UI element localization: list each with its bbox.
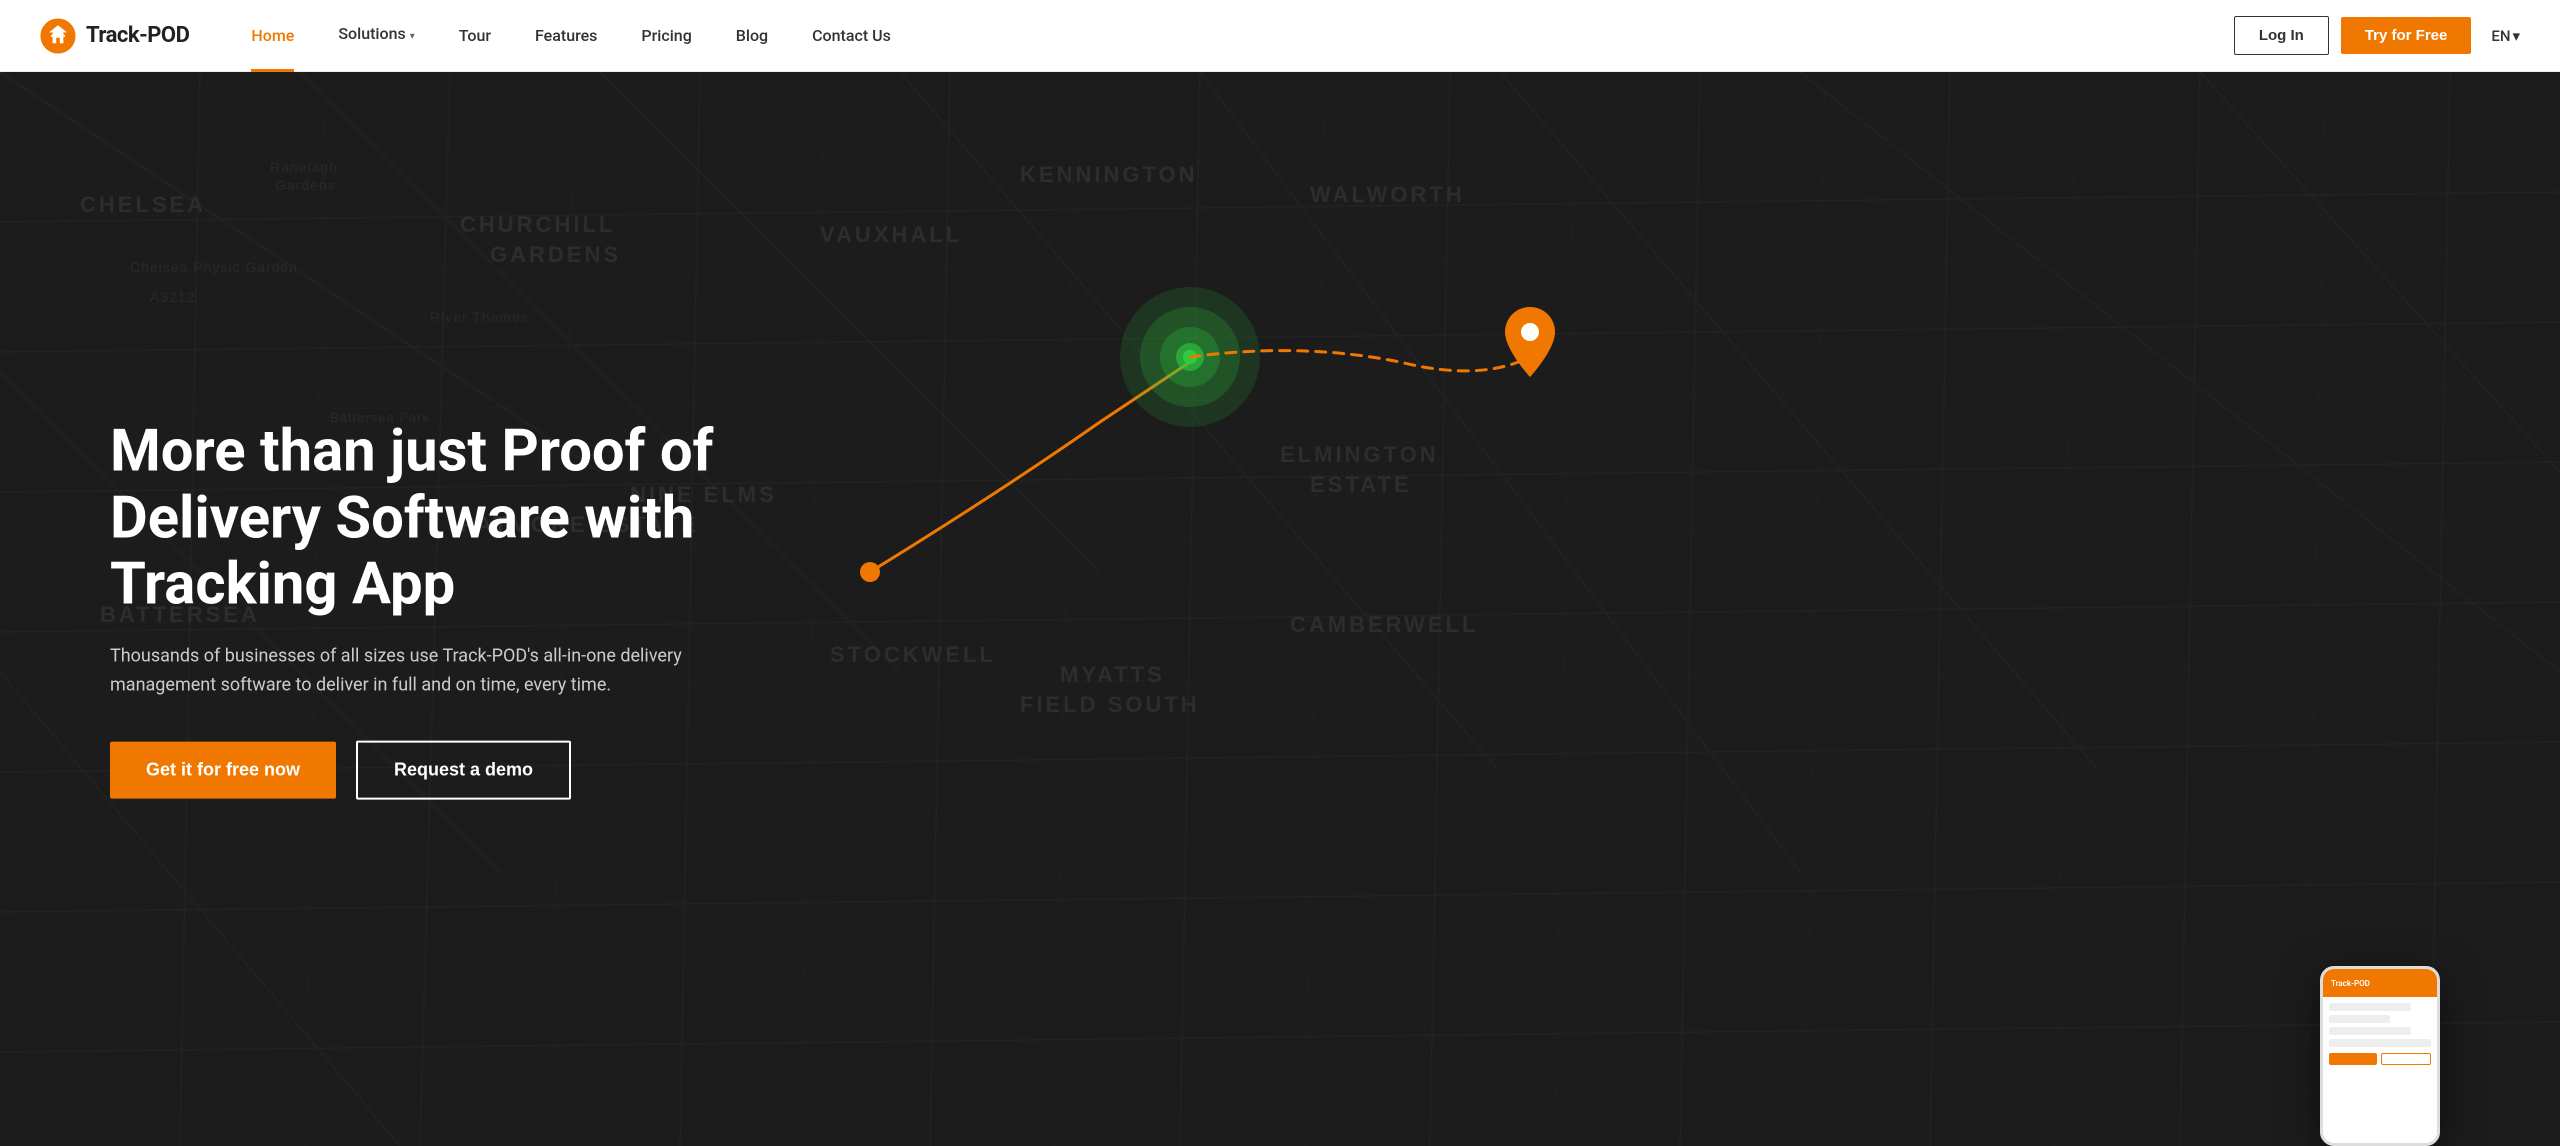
phone-app-title: Track-POD (2331, 979, 2370, 988)
phone-content-row (2329, 1027, 2411, 1035)
hero-buttons: Get it for free now Request a demo (110, 740, 830, 799)
logo-text: Track-POD (86, 23, 189, 48)
get-free-button[interactable]: Get it for free now (110, 741, 336, 798)
phone-button-row (2329, 1053, 2431, 1065)
nav-links: Home Solutions ▾ Tour Features Pricing B… (229, 0, 2233, 73)
logo-link[interactable]: Track-POD (40, 18, 189, 54)
svg-text:GARDENS: GARDENS (490, 242, 621, 267)
login-button[interactable]: Log In (2234, 16, 2329, 55)
phone-app-header: Track-POD (2323, 969, 2437, 997)
hero-subtitle: Thousands of businesses of all sizes use… (110, 643, 730, 701)
svg-text:VAUXHALL: VAUXHALL (820, 222, 962, 247)
nav-item-home[interactable]: Home (229, 0, 316, 72)
svg-text:FIELD SOUTH: FIELD SOUTH (1020, 692, 1200, 717)
phone-content-row (2329, 1039, 2431, 1047)
lang-chevron-icon: ▾ (2512, 27, 2520, 45)
request-demo-button[interactable]: Request a demo (356, 740, 571, 799)
svg-text:Chelsea Physic Garden: Chelsea Physic Garden (130, 259, 298, 275)
hero-title: More than just Proof of Delivery Softwar… (110, 419, 830, 619)
nav-link-blog[interactable]: Blog (714, 0, 790, 72)
hero-content: More than just Proof of Delivery Softwar… (110, 419, 830, 800)
nav-link-solutions[interactable]: Solutions ▾ (316, 0, 436, 73)
svg-text:A3212: A3212 (150, 289, 195, 305)
svg-text:KENNINGTON: KENNINGTON (1020, 162, 1198, 187)
nav-item-tour[interactable]: Tour (437, 0, 513, 72)
svg-text:MYATTS: MYATTS (1060, 662, 1165, 687)
svg-text:Gardens: Gardens (275, 177, 336, 193)
nav-link-features[interactable]: Features (513, 0, 619, 72)
svg-text:Ranelagh: Ranelagh (270, 159, 338, 175)
nav-item-blog[interactable]: Blog (714, 0, 790, 72)
hero-section: CHELSEA KENNINGTON WALWORTH CHURCHILL GA… (0, 72, 2560, 1146)
phone-app-content (2323, 997, 2437, 1143)
nav-link-tour[interactable]: Tour (437, 0, 513, 72)
nav-item-pricing[interactable]: Pricing (619, 0, 713, 72)
nav-link-pricing[interactable]: Pricing (619, 0, 713, 72)
language-selector[interactable]: EN ▾ (2491, 27, 2520, 45)
phone-body: Track-POD (2320, 966, 2440, 1146)
try-free-button[interactable]: Try for Free (2341, 17, 2472, 54)
phone-screen: Track-POD (2323, 969, 2437, 1143)
svg-text:River Thames: River Thames (430, 309, 529, 325)
phone-action-btn-outline (2381, 1053, 2431, 1065)
svg-text:CAMBERWELL: CAMBERWELL (1290, 612, 1478, 637)
svg-text:ELMINGTON: ELMINGTON (1280, 442, 1439, 467)
svg-text:ESTATE: ESTATE (1310, 472, 1412, 497)
nav-item-features[interactable]: Features (513, 0, 619, 72)
nav-item-solutions[interactable]: Solutions ▾ (316, 0, 436, 73)
nav-link-home[interactable]: Home (229, 0, 316, 72)
svg-text:STOCKWELL: STOCKWELL (830, 642, 996, 667)
solutions-chevron-icon: ▾ (410, 31, 415, 42)
svg-text:WALWORTH: WALWORTH (1310, 182, 1465, 207)
svg-text:CHURCHILL: CHURCHILL (460, 212, 615, 237)
nav-item-contact[interactable]: Contact Us (790, 0, 913, 72)
nav-link-contact[interactable]: Contact Us (790, 0, 913, 72)
phone-content-row (2329, 1015, 2390, 1023)
navbar: Track-POD Home Solutions ▾ Tour Features… (0, 0, 2560, 72)
phone-mockup: Track-POD (2320, 966, 2480, 1146)
logo-icon (40, 18, 76, 54)
svg-text:CHELSEA: CHELSEA (80, 192, 206, 217)
phone-action-btn (2329, 1053, 2377, 1065)
phone-content-row (2329, 1003, 2411, 1011)
nav-actions: Log In Try for Free EN ▾ (2234, 16, 2520, 55)
